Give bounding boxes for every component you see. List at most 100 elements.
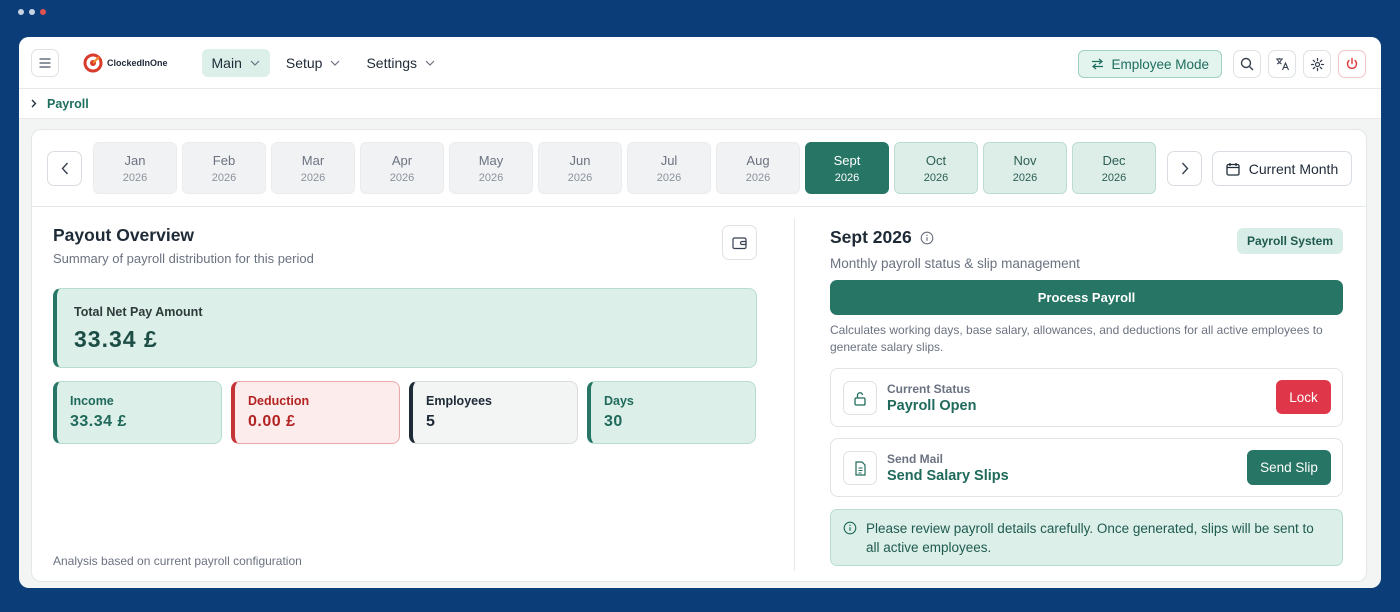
payroll-subtitle: Monthly payroll status & slip management	[830, 256, 1080, 271]
current-status-card: Current Status Payroll Open Lock	[830, 368, 1343, 427]
power-icon	[1346, 57, 1358, 69]
month-year: 2026	[122, 171, 148, 184]
month-dec[interactable]: Dec 2026	[1072, 142, 1156, 194]
month-name: Mar	[301, 152, 325, 168]
payroll-period: Sept 2026	[830, 227, 912, 247]
nav-settings-label: Settings	[366, 54, 418, 71]
wallet-button[interactable]	[722, 225, 757, 260]
month-year: 2026	[567, 171, 593, 184]
month-oct[interactable]: Oct 2026	[894, 142, 978, 194]
days-label: Days	[604, 394, 634, 408]
translate-icon	[1275, 58, 1289, 71]
info-icon	[843, 521, 857, 535]
employee-mode-button[interactable]: Employee Mode	[1078, 50, 1222, 78]
month-jul[interactable]: Jul 2026	[627, 142, 711, 194]
window-controls	[18, 9, 46, 15]
send-mail-label: Send Mail	[887, 452, 944, 466]
chevron-right-icon	[31, 99, 37, 108]
app-logo[interactable]: ClockedInOne	[83, 53, 168, 73]
send-mail-value: Send Salary Slips	[887, 468, 1009, 484]
translate-button[interactable]	[1268, 50, 1296, 78]
payroll-panel: Sept 2026 Payroll System Monthly payroll…	[830, 225, 1343, 575]
logo-text: ClockedInOne	[107, 57, 168, 68]
settings-button[interactable]	[1303, 50, 1331, 78]
send-slip-button[interactable]: Send Slip	[1247, 450, 1331, 485]
month-name: May	[478, 152, 504, 168]
notice-text: Please review payroll details carefully.…	[866, 521, 1314, 555]
nav-settings[interactable]: Settings	[356, 49, 445, 77]
days-stat: Days 30	[587, 381, 756, 444]
unlock-icon	[854, 391, 866, 406]
breadcrumb-payroll[interactable]: Payroll	[47, 97, 89, 111]
unlock-icon-box	[843, 381, 877, 415]
current-month-button[interactable]: Current Month	[1212, 151, 1352, 186]
month-may[interactable]: May 2026	[449, 142, 533, 194]
month-selector: Jan 2026 Feb 2026 Mar 2026 Apr 2026 May 2026 Jun 20…	[32, 130, 1366, 207]
month-jun[interactable]: Jun 2026	[538, 142, 622, 194]
month-year: 2026	[1012, 171, 1038, 184]
month-name: Sept	[833, 152, 861, 168]
status-value: Payroll Open	[887, 398, 977, 414]
window-dot-3[interactable]	[40, 9, 46, 15]
income-stat: Income 33.34 £	[53, 381, 222, 444]
nav-main-label: Main	[211, 54, 242, 71]
document-icon-box	[843, 451, 877, 485]
chevron-left-icon	[61, 162, 68, 175]
breadcrumb: Payroll	[19, 89, 1381, 119]
info-icon[interactable]	[920, 231, 934, 245]
lock-button[interactable]: Lock	[1276, 380, 1331, 414]
process-description: Calculates working days, base salary, al…	[830, 323, 1323, 354]
month-name: Dec	[1102, 152, 1126, 168]
nav-setup-label: Setup	[285, 54, 323, 71]
top-bar: ClockedInOne Main Setup Settings Employe…	[19, 37, 1381, 89]
month-feb[interactable]: Feb 2026	[182, 142, 266, 194]
employee-mode-label: Employee Mode	[1111, 56, 1209, 72]
month-aug[interactable]: Aug 2026	[716, 142, 800, 194]
month-apr[interactable]: Apr 2026	[360, 142, 444, 194]
nav-main[interactable]: Main	[201, 48, 270, 77]
process-payroll-button[interactable]: Process Payroll	[830, 280, 1343, 315]
wallet-icon	[731, 236, 747, 249]
overview-title: Payout Overview	[53, 225, 195, 245]
month-nov[interactable]: Nov 2026	[983, 142, 1067, 194]
logo-icon	[83, 53, 103, 72]
main-nav: Main Setup Settings	[201, 48, 446, 77]
calendar-icon	[1226, 162, 1240, 176]
month-mar[interactable]: Mar 2026	[271, 142, 355, 194]
month-year: 2026	[923, 171, 949, 184]
menu-button[interactable]	[31, 48, 59, 77]
logout-button[interactable]	[1338, 50, 1366, 78]
panel-divider	[794, 219, 795, 571]
employees-value: 5	[426, 413, 436, 430]
deduction-value: 0.00 £	[248, 413, 296, 430]
swap-icon	[1092, 58, 1104, 70]
payroll-card: Jan 2026 Feb 2026 Mar 2026 Apr 2026 May 2026 Jun 20…	[31, 129, 1367, 582]
nav-setup[interactable]: Setup	[276, 49, 351, 77]
deduction-label: Deduction	[248, 394, 310, 408]
search-button[interactable]	[1233, 50, 1261, 78]
total-net-pay-label: Total Net Pay Amount	[74, 305, 203, 319]
month-year: 2026	[389, 171, 415, 184]
review-notice: Please review payroll details carefully.…	[830, 509, 1343, 566]
prev-month-button[interactable]	[47, 151, 82, 186]
search-icon	[1240, 57, 1254, 71]
employees-stat: Employees 5	[409, 381, 578, 444]
month-sept[interactable]: Sept 2026	[805, 142, 889, 194]
chevron-right-icon	[1181, 162, 1188, 175]
payroll-system-badge: Payroll System	[1236, 228, 1343, 254]
month-jan[interactable]: Jan 2026	[93, 142, 177, 194]
window-dot-1[interactable]	[18, 9, 24, 15]
payout-overview: Payout Overview Summary of payroll distr…	[53, 225, 757, 575]
document-icon	[854, 460, 866, 476]
month-name: Jan	[124, 152, 146, 168]
overview-subtitle: Summary of payroll distribution for this…	[53, 251, 314, 266]
days-value: 30	[604, 413, 623, 430]
window-dot-2[interactable]	[29, 9, 35, 15]
next-month-button[interactable]	[1167, 151, 1202, 186]
month-year: 2026	[300, 171, 326, 184]
total-net-pay-value: 33.34 £	[74, 326, 158, 352]
month-name: Jul	[660, 152, 678, 168]
income-label: Income	[70, 394, 114, 408]
deduction-stat: Deduction 0.00 £	[231, 381, 400, 444]
payroll-period-title: Sept 2026	[830, 227, 934, 248]
